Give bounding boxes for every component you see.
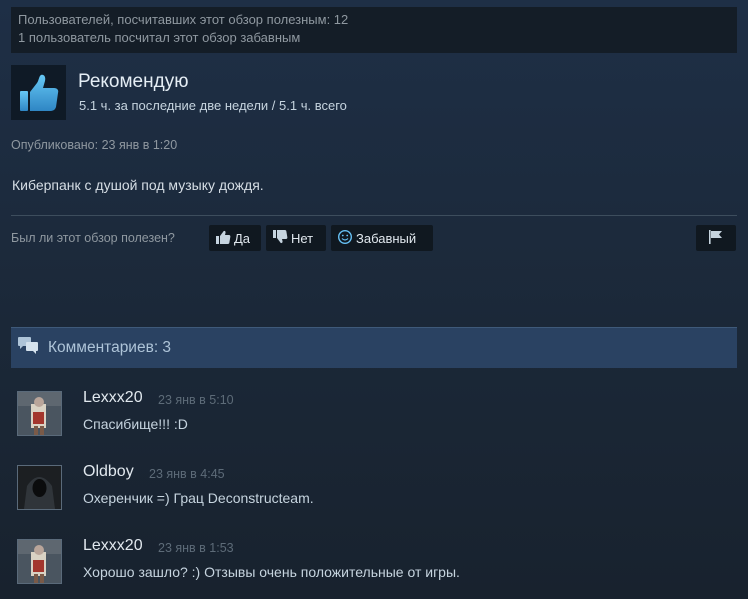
vote-yes-label: Да [234, 230, 251, 246]
vote-funny-label: Забавный [356, 230, 417, 246]
smiley-icon [337, 229, 353, 248]
playtime-hours: 5.1 ч. за последние две недели / 5.1 ч. … [79, 98, 347, 113]
report-button[interactable] [696, 225, 736, 251]
vote-no-label: Нет [291, 230, 314, 246]
comment-author[interactable]: Lexxx20 [83, 389, 143, 407]
avatar[interactable] [17, 391, 62, 436]
helpful-question: Был ли этот обзор полезен? [11, 231, 175, 245]
flag-icon [706, 229, 726, 248]
posted-date: Опубликовано: 23 янв в 1:20 [11, 138, 178, 152]
recommendation-title: Рекомендую [78, 71, 189, 92]
vote-no-button[interactable]: Нет [266, 225, 326, 251]
comment-timestamp: 23 янв в 4:45 [149, 467, 225, 481]
thumbs-up-icon [215, 229, 231, 248]
comments-count: Комментариев: 3 [48, 339, 172, 356]
comment-bubbles-icon [17, 336, 39, 361]
thumbs-up-icon [11, 65, 66, 120]
comment-author[interactable]: Oldboy [83, 463, 134, 481]
comment-timestamp: 23 янв в 5:10 [158, 393, 234, 407]
funny-count-text: 1 пользователь посчитал этот обзор забав… [18, 30, 301, 45]
comments-header: Комментариев: 3 [11, 327, 737, 368]
review-votes-summary: Пользователей, посчитавших этот обзор по… [11, 7, 737, 53]
avatar[interactable] [17, 465, 62, 510]
vote-funny-button[interactable]: Забавный [331, 225, 433, 251]
avatar[interactable] [17, 539, 62, 584]
review-text: Киберпанк с душой под музыку дождя. [12, 177, 264, 193]
helpful-count-text: Пользователей, посчитавших этот обзор по… [18, 12, 349, 27]
comment-text: Спасибище!!! :D [83, 416, 188, 432]
comment: Oldboy 23 янв в 4:45 Охеренчик =) Грац D… [17, 463, 737, 525]
vote-yes-button[interactable]: Да [209, 225, 261, 251]
comment: Lexxx20 23 янв в 5:10 Спасибище!!! :D [17, 389, 737, 451]
comment-author[interactable]: Lexxx20 [83, 537, 143, 555]
comment-timestamp: 23 янв в 1:53 [158, 541, 234, 555]
comment-text: Охеренчик =) Грац Deconstructeam. [83, 490, 314, 506]
comment-text: Хорошо зашло? :) Отзывы очень положитель… [83, 564, 460, 580]
thumbs-down-icon [272, 229, 288, 248]
divider [11, 215, 737, 216]
comment: Lexxx20 23 янв в 1:53 Хорошо зашло? :) О… [17, 537, 737, 599]
